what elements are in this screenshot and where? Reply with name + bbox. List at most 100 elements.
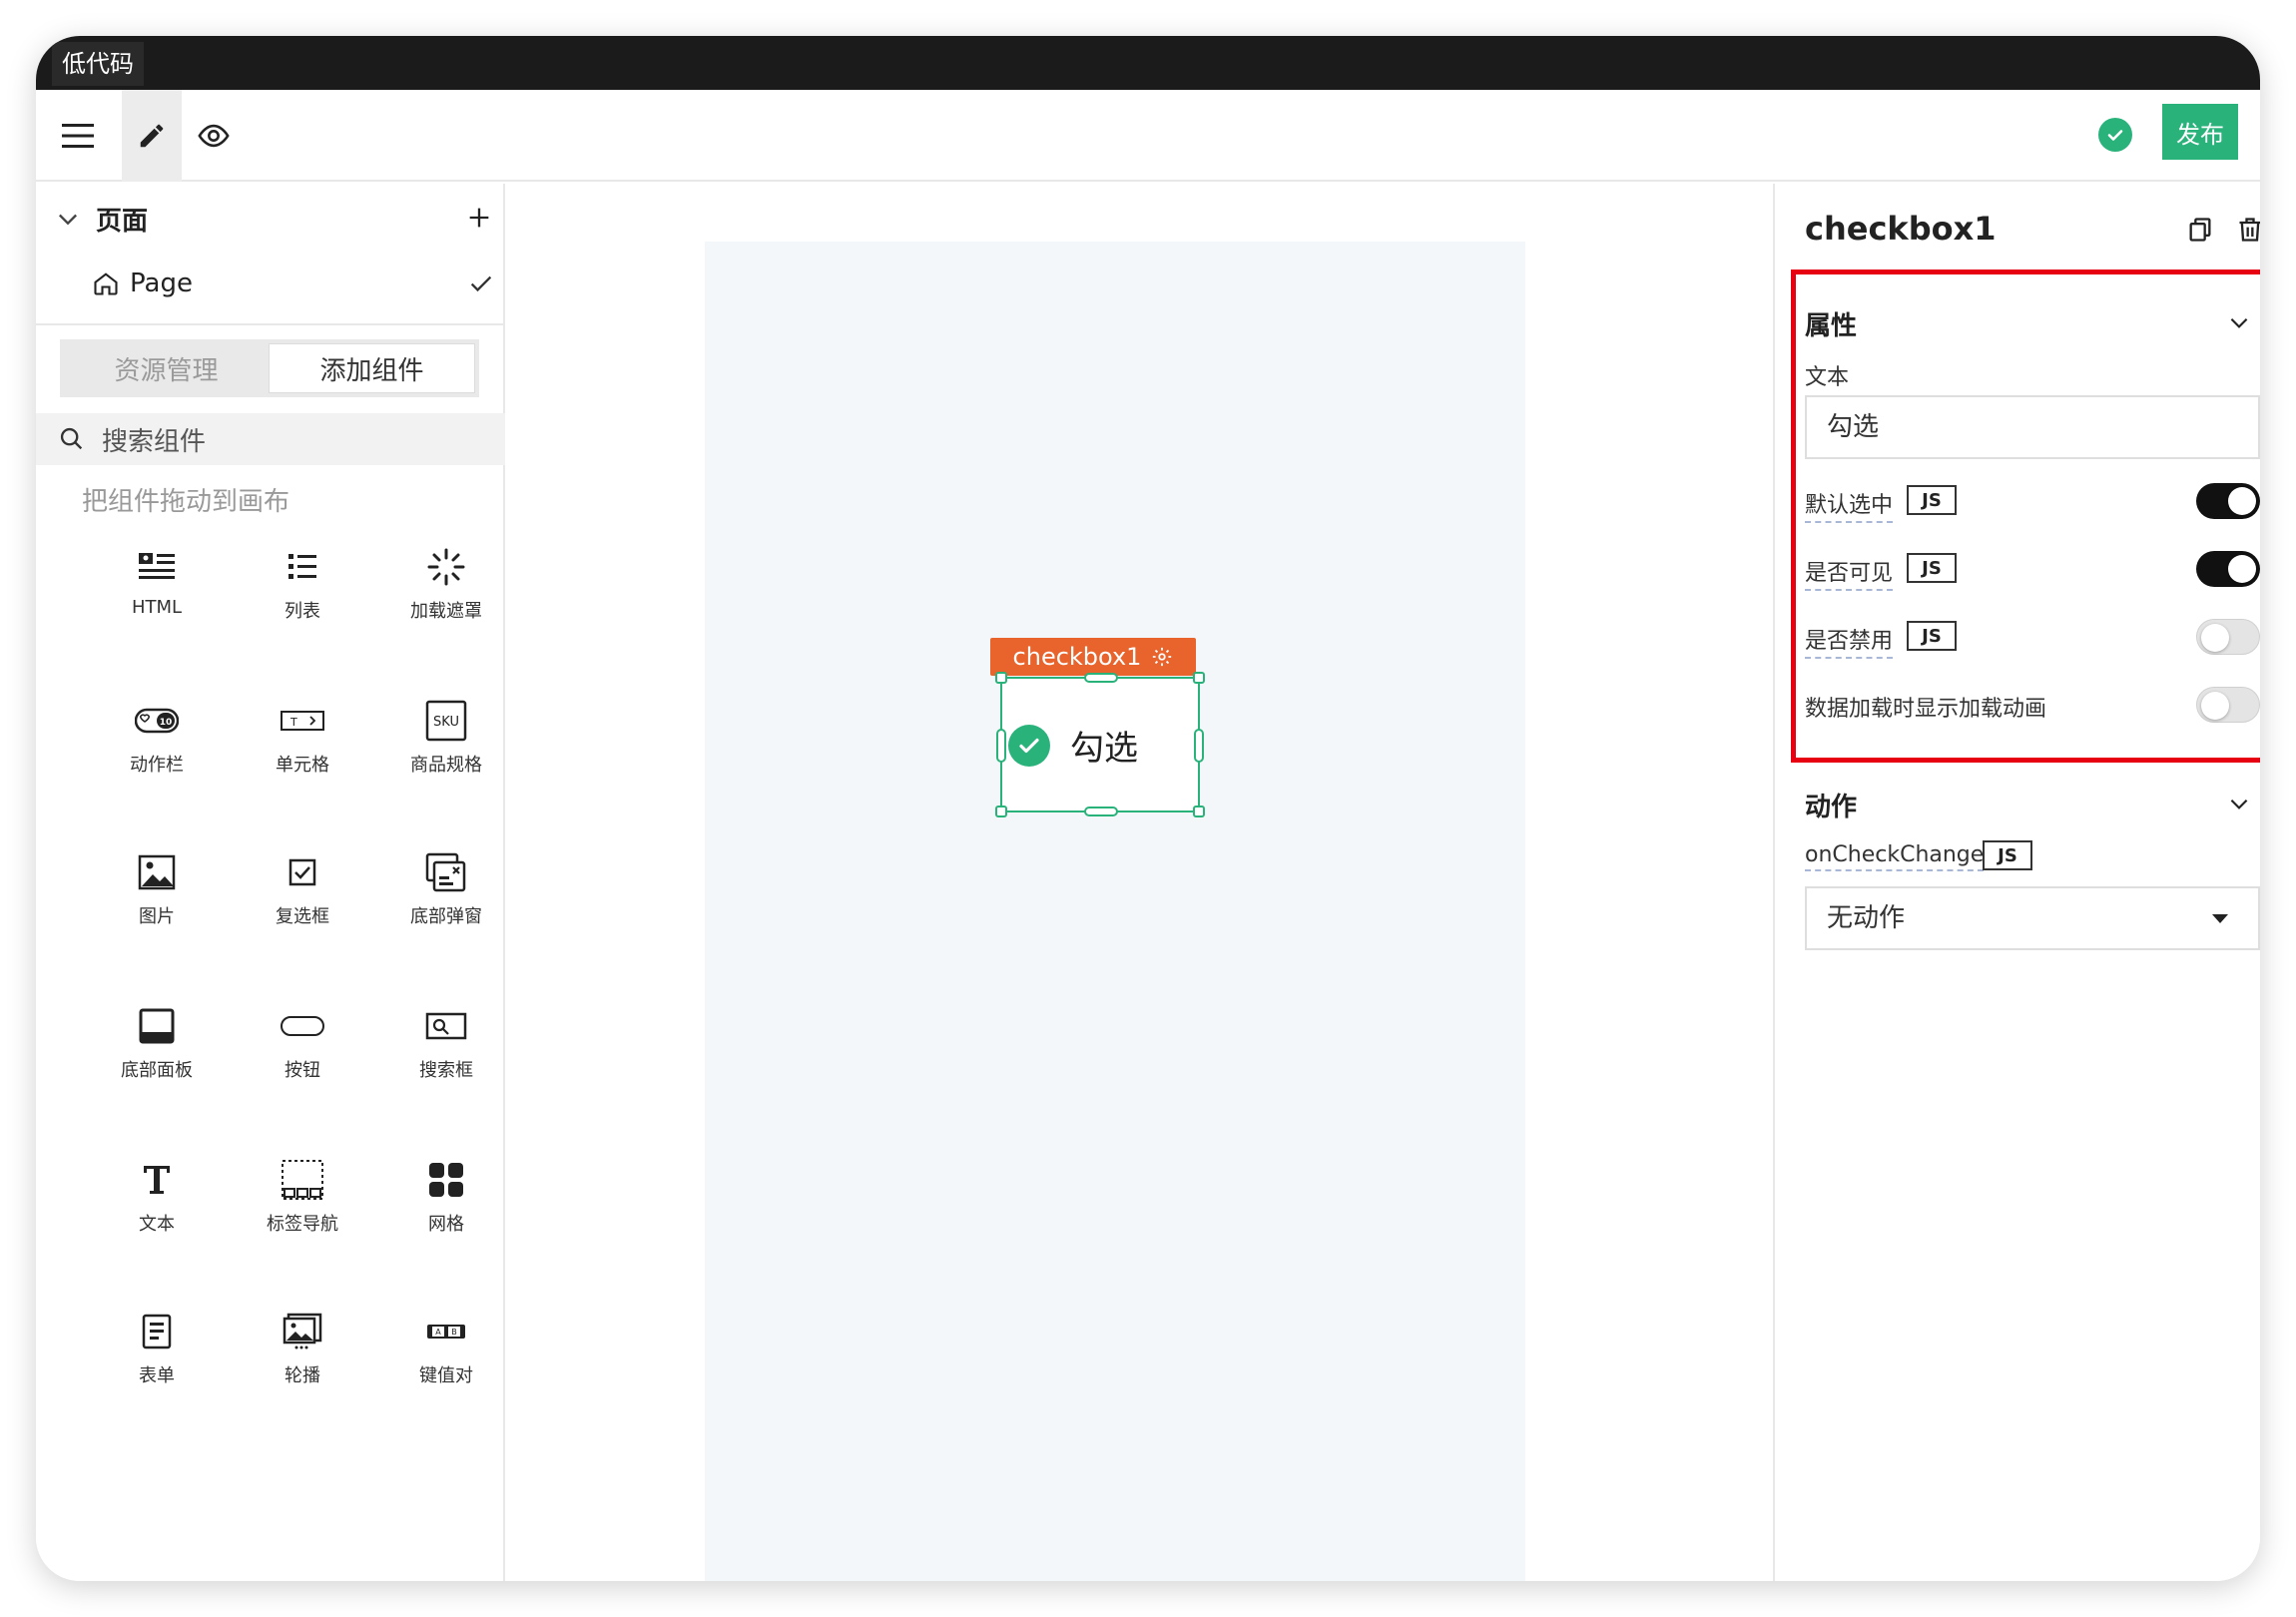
gear-icon[interactable]: [1151, 646, 1173, 668]
prop-visible: 是否可见 JS: [1805, 549, 2260, 593]
loading-animation-toggle[interactable]: [2196, 687, 2260, 723]
js-toggle-button[interactable]: JS: [1907, 485, 1957, 515]
checkbox-component[interactable]: 勾选: [995, 672, 1205, 817]
resize-handle[interactable]: [1193, 672, 1205, 684]
checkbox[interactable]: 勾选: [1008, 721, 1138, 770]
text-input[interactable]: 勾选: [1805, 395, 2260, 459]
component-checkbox[interactable]: 复选框: [228, 850, 377, 960]
eye-icon: [198, 124, 230, 148]
preview-button[interactable]: [184, 90, 244, 182]
js-toggle-button[interactable]: JS: [1983, 840, 2032, 870]
component-html[interactable]: HTML: [82, 545, 232, 655]
check-circle-icon: [2107, 130, 2123, 141]
tab-resource-management[interactable]: 资源管理: [64, 343, 269, 393]
svg-text:10: 10: [160, 718, 173, 728]
resize-handle[interactable]: [996, 729, 1006, 763]
svg-text:SKU: SKU: [433, 715, 459, 730]
component-search-box[interactable]: 搜索框: [371, 1004, 521, 1114]
save-status-indicator: [2098, 118, 2132, 152]
component-bottom-panel[interactable]: 底部面板: [82, 1004, 232, 1114]
prop-label: 是否可见: [1805, 555, 1894, 591]
left-sidebar: 页面 Page 资源管理 添加组件 搜索组件 把组件拖动到画布 HTML 列表 …: [36, 184, 505, 1581]
component-text[interactable]: 文本: [82, 1158, 232, 1268]
actions-section-title[interactable]: 动作: [1805, 787, 1857, 823]
trash-icon[interactable]: [2236, 216, 2260, 244]
chevron-down-icon[interactable]: [2226, 791, 2252, 816]
component-form[interactable]: 表单: [82, 1310, 232, 1419]
plus-icon[interactable]: [465, 204, 493, 232]
check-icon: [470, 275, 492, 292]
edit-mode-button[interactable]: [122, 90, 182, 182]
prop-label: 默认选中: [1805, 487, 1894, 523]
prop-default-checked: 默认选中 JS: [1805, 481, 2260, 525]
component-loading-mask[interactable]: 加载遮罩: [371, 545, 521, 655]
component-label: 键值对: [419, 1365, 473, 1386]
component-tab-nav[interactable]: 标签导航: [228, 1158, 377, 1268]
component-grid[interactable]: 网格: [371, 1158, 521, 1268]
js-toggle-button[interactable]: JS: [1907, 621, 1957, 651]
pages-section-header[interactable]: 页面: [54, 198, 493, 240]
component-list[interactable]: 列表: [228, 545, 377, 655]
svg-text:T: T: [289, 716, 297, 729]
prop-disabled: 是否禁用 JS: [1805, 617, 2260, 661]
menu-button[interactable]: [48, 90, 108, 182]
resize-handle[interactable]: [995, 672, 1007, 684]
carousel-icon: [283, 1313, 322, 1349]
action-select-value: 无动作: [1827, 903, 1906, 933]
search-icon: [60, 427, 83, 450]
toolbar: 发布: [36, 90, 2260, 182]
copy-icon[interactable]: [2186, 216, 2214, 244]
tab-add-component[interactable]: 添加组件: [269, 343, 475, 393]
phone-preview[interactable]: [705, 242, 1525, 1581]
component-label: 搜索框: [419, 1060, 473, 1081]
resize-handle[interactable]: [1193, 806, 1205, 817]
component-button[interactable]: 按钮: [228, 1004, 377, 1114]
component-label: 列表: [285, 601, 320, 622]
component-label: 加载遮罩: [410, 601, 482, 622]
bottom-popup-icon: [425, 852, 466, 892]
drag-hint: 把组件拖动到画布: [82, 487, 290, 517]
selected-component-name: checkbox1: [1012, 643, 1142, 671]
publish-button[interactable]: 发布: [2162, 104, 2238, 160]
default-checked-toggle[interactable]: [2196, 483, 2260, 519]
search-placeholder: 搜索组件: [102, 426, 207, 457]
resize-handle[interactable]: [995, 806, 1007, 817]
component-carousel[interactable]: 轮播: [228, 1310, 377, 1419]
properties-section-title[interactable]: 属性: [1805, 305, 1857, 342]
component-label: 按钮: [285, 1060, 320, 1081]
disabled-toggle[interactable]: [2196, 619, 2260, 655]
page-list-item[interactable]: Page: [92, 262, 495, 305]
component-image[interactable]: 图片: [82, 850, 232, 960]
visible-toggle[interactable]: [2196, 551, 2260, 587]
prop-label: 数据加载时显示加载动画: [1805, 697, 2047, 722]
design-canvas[interactable]: checkbox1 勾选: [507, 184, 1771, 1581]
component-label: 底部弹窗: [410, 906, 482, 927]
chevron-down-icon[interactable]: [2226, 309, 2252, 335]
svg-text:A: A: [435, 1328, 441, 1337]
component-key-value[interactable]: AB 键值对: [371, 1310, 521, 1419]
component-label: 表单: [139, 1365, 175, 1386]
component-search-input[interactable]: 搜索组件: [36, 413, 505, 465]
hamburger-menu-icon: [62, 124, 94, 148]
divider: [36, 323, 503, 325]
list-icon: [288, 554, 316, 579]
js-toggle-button[interactable]: JS: [1907, 553, 1957, 583]
component-action-bar[interactable]: 10 动作栏: [82, 699, 232, 808]
properties-panel: checkbox1 属性 文本 勾选 默认选中 JS 是否可见 JS 是否禁用 …: [1773, 184, 2260, 1581]
prop-label: 是否禁用: [1805, 623, 1894, 659]
selected-component-tag[interactable]: checkbox1: [990, 638, 1196, 676]
component-label: 标签导航: [267, 1214, 338, 1235]
caret-down-icon: [2212, 914, 2228, 923]
component-label: HTML: [131, 597, 183, 618]
action-select[interactable]: 无动作: [1805, 886, 2260, 950]
component-bottom-popup[interactable]: 底部弹窗: [371, 850, 521, 960]
component-sku[interactable]: SKU 商品规格: [371, 699, 521, 808]
resize-handle[interactable]: [1084, 807, 1118, 816]
resize-handle[interactable]: [1194, 729, 1204, 763]
title-bar: 低代码: [36, 36, 2260, 90]
component-label: 单元格: [276, 755, 329, 776]
component-cell[interactable]: T 单元格: [228, 699, 377, 808]
event-label: onCheckChange: [1805, 842, 1985, 871]
resize-handle[interactable]: [1084, 673, 1118, 683]
checkbox-checked-icon[interactable]: [1008, 724, 1050, 767]
